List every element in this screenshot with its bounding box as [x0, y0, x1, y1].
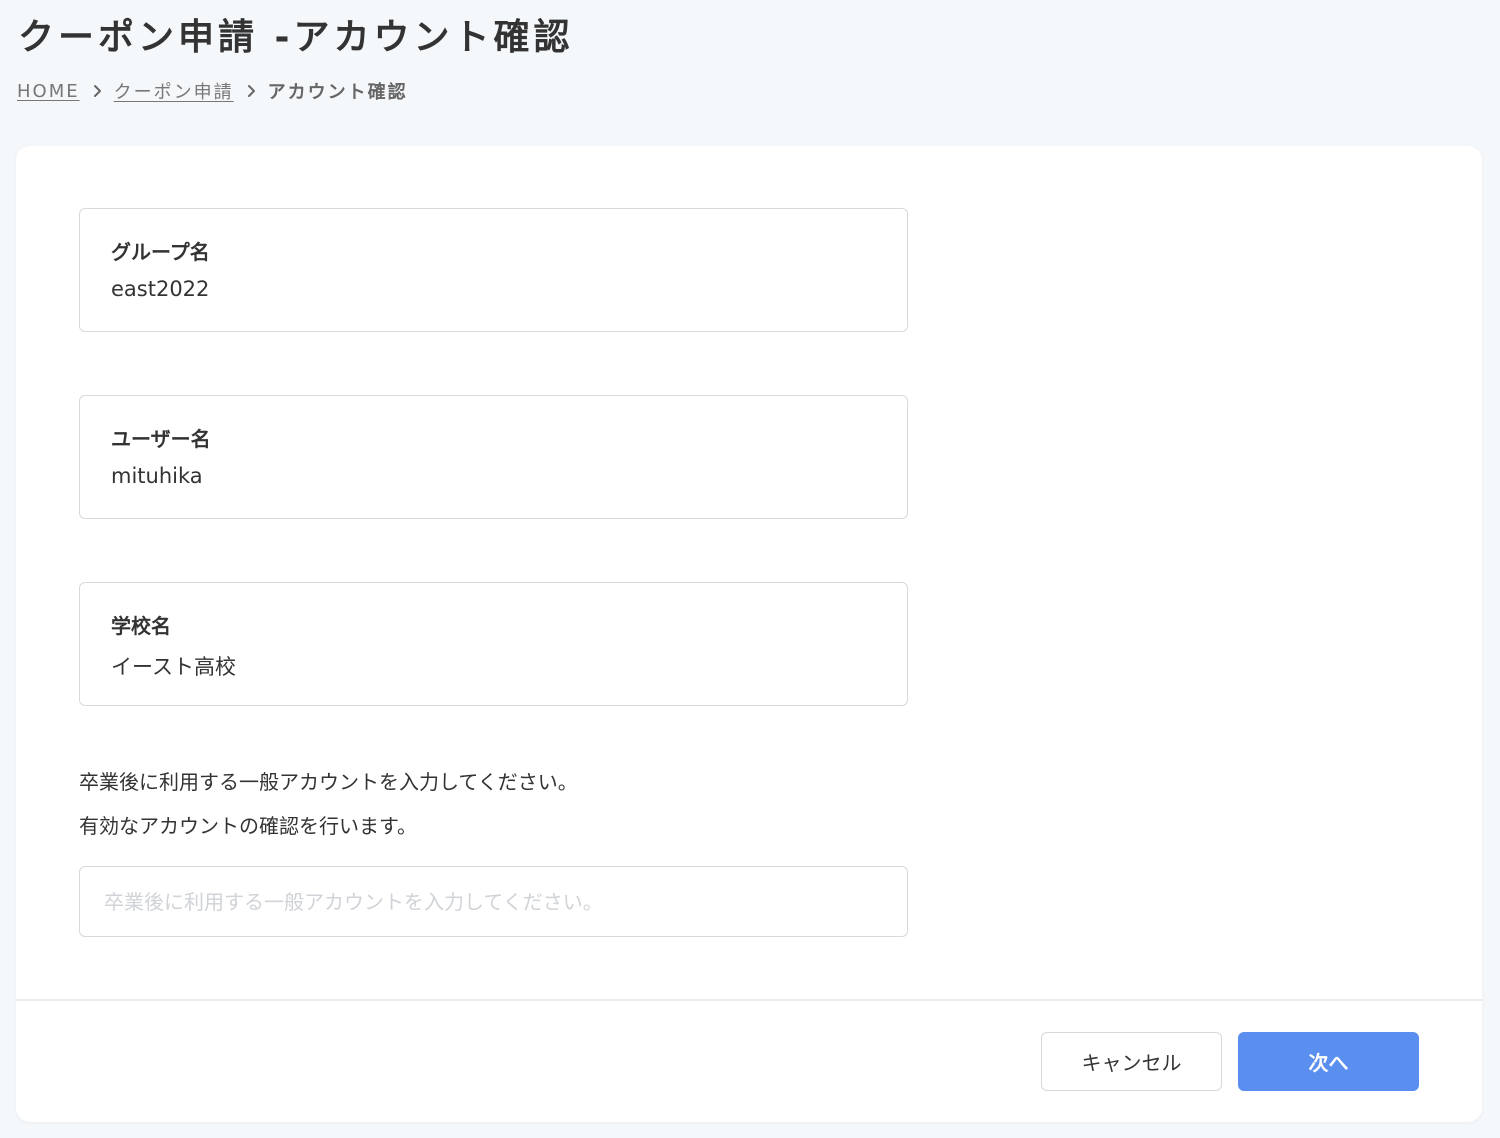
- school-name-value: イースト高校: [111, 655, 236, 679]
- user-name-box: ユーザー名 mituhika: [79, 395, 908, 519]
- footer-divider: [16, 999, 1482, 1001]
- breadcrumb: HOME クーポン申請 アカウント確認: [17, 78, 408, 104]
- group-name-value: east2022: [111, 277, 210, 301]
- instruction-text-1: 卒業後に利用する一般アカウントを入力してください。: [79, 770, 578, 794]
- cancel-button[interactable]: キャンセル: [1041, 1032, 1222, 1091]
- group-name-label: グループ名: [111, 240, 210, 264]
- account-confirm-card: グループ名 east2022 ユーザー名 mituhika 学校名 イースト高校…: [16, 146, 1482, 1122]
- breadcrumb-coupon-link[interactable]: クーポン申請: [114, 78, 234, 104]
- chevron-right-icon: [244, 83, 260, 99]
- user-name-value: mituhika: [111, 464, 203, 488]
- general-account-input[interactable]: [79, 866, 908, 937]
- instruction-text-2: 有効なアカウントの確認を行います。: [79, 814, 417, 838]
- school-name-box: 学校名 イースト高校: [79, 582, 908, 706]
- user-name-label: ユーザー名: [111, 427, 211, 451]
- breadcrumb-current: アカウント確認: [267, 82, 408, 103]
- group-name-box: グループ名 east2022: [79, 208, 908, 332]
- chevron-right-icon: [90, 83, 106, 99]
- next-button[interactable]: 次へ: [1238, 1032, 1419, 1091]
- breadcrumb-home-link[interactable]: HOME: [17, 81, 80, 102]
- school-name-label: 学校名: [111, 614, 171, 638]
- page-title: クーポン申請 -アカウント確認: [18, 17, 574, 58]
